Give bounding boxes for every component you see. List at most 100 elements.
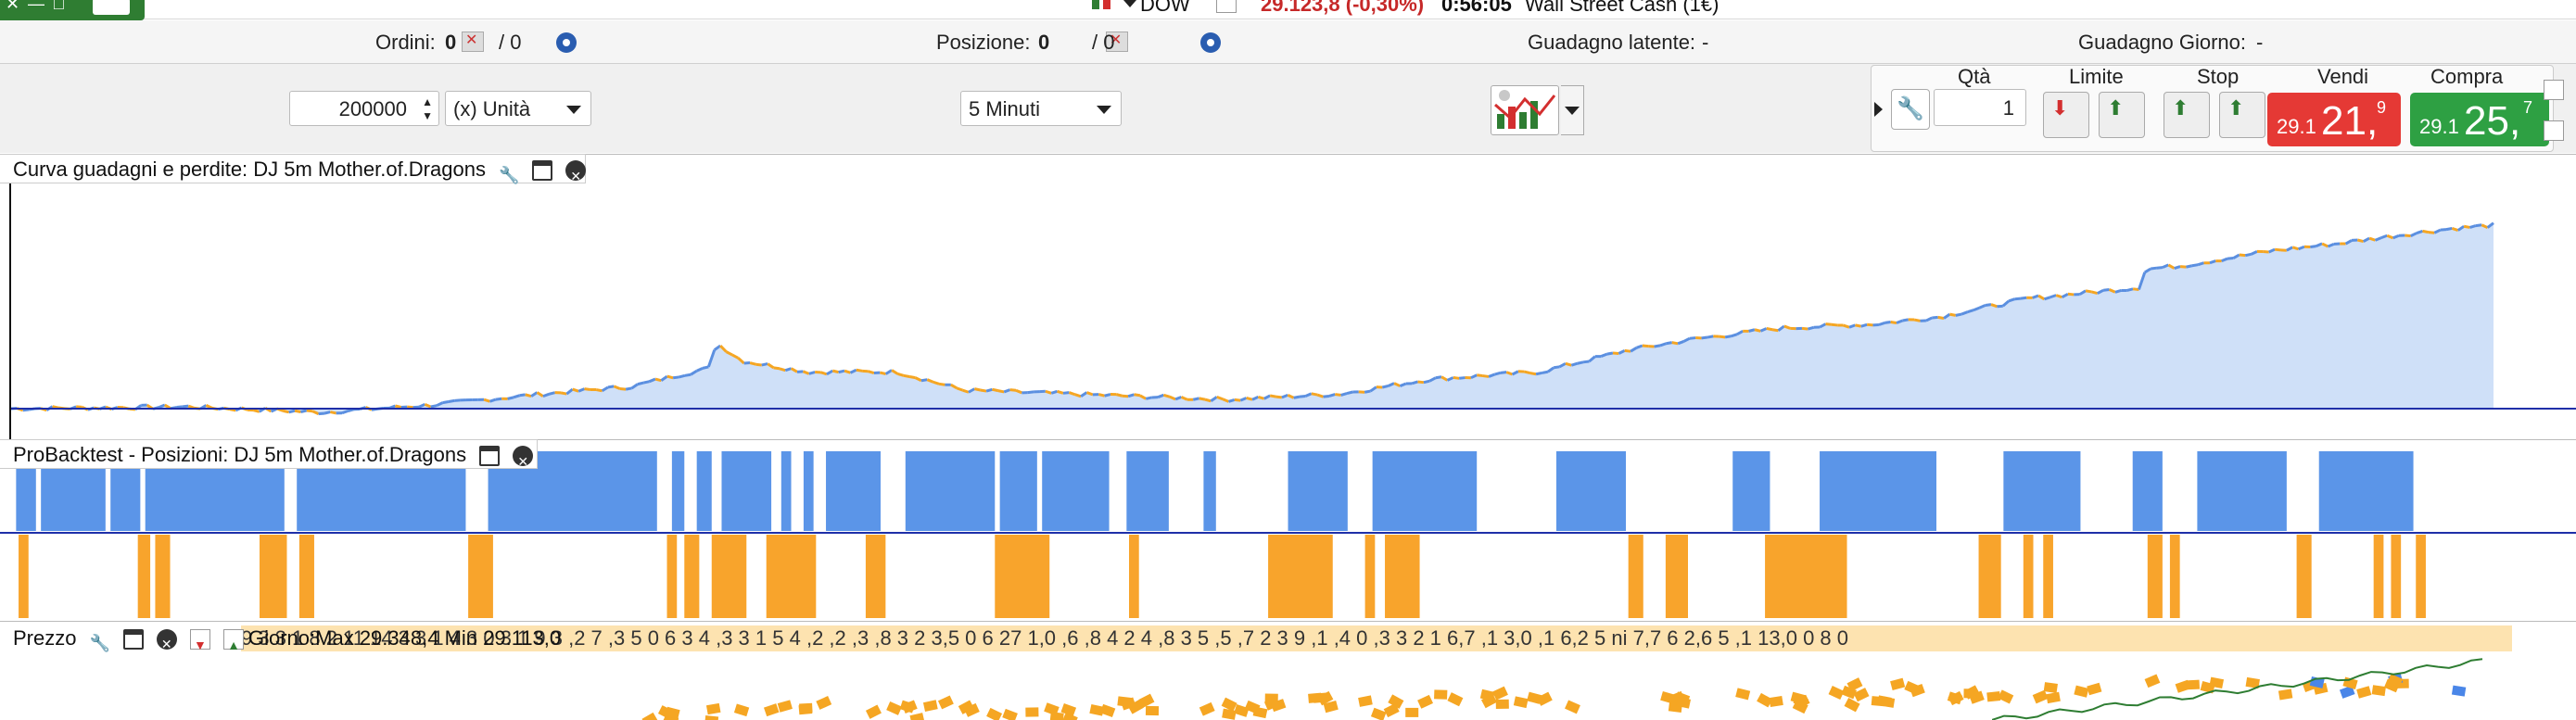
equity-line-segment xyxy=(933,382,939,384)
trade-marker xyxy=(886,701,902,715)
equity-line-segment xyxy=(1867,324,1872,325)
close-icon[interactable] xyxy=(513,446,533,466)
wrench-icon[interactable] xyxy=(499,160,519,181)
short-position-bar xyxy=(667,535,678,618)
unit-select[interactable]: (x) Unità xyxy=(445,91,591,126)
equity-line-segment xyxy=(1902,320,1908,321)
trade-marker xyxy=(1002,709,1018,720)
equity-line-segment xyxy=(1312,394,1317,395)
equity-line-segment xyxy=(1412,382,1417,384)
equity-line-segment xyxy=(1270,396,1275,397)
equity-line-segment xyxy=(1075,395,1081,397)
window-icon[interactable] xyxy=(123,629,144,650)
equity-line-segment xyxy=(2068,294,2074,295)
orders-auto-count: / 0 xyxy=(499,31,521,55)
equity-line-segment xyxy=(1477,375,1482,376)
equity-line-segment xyxy=(1098,395,1104,397)
keyboard-icon[interactable] xyxy=(93,0,130,15)
price-label-strip: 9 3 3 1 8 2 11 14 3 3 1 4 3 0 3 1 9 3 ,2… xyxy=(241,625,2512,651)
equity-line-segment xyxy=(626,388,631,389)
maximize-window-icon[interactable]: □ xyxy=(54,0,64,14)
trade-marker xyxy=(816,696,831,710)
equity-line-segment xyxy=(1660,344,1666,346)
close-window-icon[interactable]: ✕ xyxy=(6,0,19,14)
sell-button[interactable]: 29.1 21, 9 xyxy=(2267,93,2401,146)
equity-line-segment xyxy=(2103,289,2109,290)
arrow-up-icon: ⬆ xyxy=(2172,96,2189,120)
stepper-down-icon[interactable]: ▼ xyxy=(422,110,433,121)
equity-line-segment xyxy=(514,396,519,398)
close-icon[interactable] xyxy=(565,160,586,181)
equity-line-segment xyxy=(2175,267,2180,269)
instrument-name[interactable]: DOW xyxy=(1140,0,1190,17)
option-checkbox-2[interactable] xyxy=(2544,120,2564,141)
limit-buy-button[interactable]: ⬆ xyxy=(2099,92,2145,138)
equity-line-segment xyxy=(1228,399,1234,401)
long-position-bar xyxy=(1373,451,1478,531)
stop-sell-button[interactable]: ⬆ xyxy=(2219,92,2265,138)
chart-left-axis xyxy=(9,155,11,440)
info-icon[interactable] xyxy=(1216,0,1237,13)
wrench-icon[interactable] xyxy=(90,629,110,650)
day-gain-value: - xyxy=(2256,31,2263,55)
equity-line-segment xyxy=(1010,390,1016,391)
cancel-orders-icon[interactable] xyxy=(462,32,484,52)
equity-line-segment xyxy=(2151,268,2156,269)
trade-marker xyxy=(2033,690,2049,704)
equity-line-segment xyxy=(797,372,803,373)
short-position-bar xyxy=(712,535,747,618)
trade-qty-input[interactable]: 1 xyxy=(1934,89,2026,126)
buy-arrow-icon[interactable] xyxy=(223,629,244,650)
trade-marker xyxy=(1222,709,1237,720)
minimize-window-icon[interactable]: — xyxy=(28,0,44,14)
strategy-dropdown-button[interactable] xyxy=(1561,85,1584,135)
trade-marker xyxy=(1308,693,1322,703)
equity-line-segment xyxy=(289,411,295,412)
wrench-icon[interactable]: 🔧 xyxy=(1891,89,1930,130)
option-checkbox-1[interactable] xyxy=(2544,80,2564,100)
collapse-trade-icon[interactable] xyxy=(1874,102,1883,117)
equity-line-segment xyxy=(543,394,549,396)
equity-line-segment xyxy=(857,370,862,371)
long-position-bar xyxy=(2197,451,2286,531)
timeframe-select[interactable]: 5 Minuti xyxy=(960,91,1122,126)
equity-line-segment xyxy=(395,406,400,407)
equity-line-segment xyxy=(2186,266,2191,267)
candlestick-icon[interactable] xyxy=(1090,0,1114,13)
equity-line-segment xyxy=(1453,377,1459,378)
long-position-bar xyxy=(672,451,684,531)
trade-marker xyxy=(1199,702,1215,716)
stop-buy-button[interactable]: ⬆ xyxy=(2164,92,2210,138)
close-icon[interactable] xyxy=(157,629,177,650)
trade-marker xyxy=(1146,706,1159,715)
short-position-bar xyxy=(1268,535,1333,618)
sell-label: Vendi xyxy=(2317,65,2368,89)
trade-marker xyxy=(1117,696,1131,707)
quantity-stepper[interactable]: 200000 ▲ ▼ xyxy=(289,91,439,126)
equity-line-segment xyxy=(1731,335,1736,336)
equity-curve-panel xyxy=(0,154,2576,440)
stepper-up-icon[interactable]: ▲ xyxy=(422,96,433,107)
sell-arrow-icon[interactable] xyxy=(190,629,210,650)
trade-marker xyxy=(704,715,718,720)
equity-line-segment xyxy=(76,407,82,408)
sell-price-small: 29.1 xyxy=(2277,115,2316,139)
limit-sell-button[interactable]: ⬇ xyxy=(2043,92,2089,138)
equity-line-segment xyxy=(1861,324,1867,326)
window-icon[interactable] xyxy=(479,446,500,466)
long-position-bar xyxy=(906,451,995,531)
equity-line-segment xyxy=(2044,297,2049,299)
strategy-indicator-button[interactable] xyxy=(1491,85,1559,135)
window-icon[interactable] xyxy=(532,160,552,181)
equity-line-segment xyxy=(750,363,755,365)
equity-line-segment xyxy=(2050,296,2056,297)
equity-line-segment xyxy=(1116,395,1122,397)
instrument-dropdown-icon[interactable] xyxy=(1123,0,1136,7)
chevron-down-icon xyxy=(1097,106,1111,114)
position-count: 0 xyxy=(1038,31,1049,55)
equity-panel-title: Curva guadagni e perdite: DJ 5m Mother.o… xyxy=(13,158,486,181)
short-position-bar xyxy=(2148,535,2163,618)
trade-marker xyxy=(1496,700,1509,709)
long-position-bar xyxy=(804,451,814,531)
buy-button[interactable]: 29.1 25, 7 xyxy=(2410,93,2549,146)
